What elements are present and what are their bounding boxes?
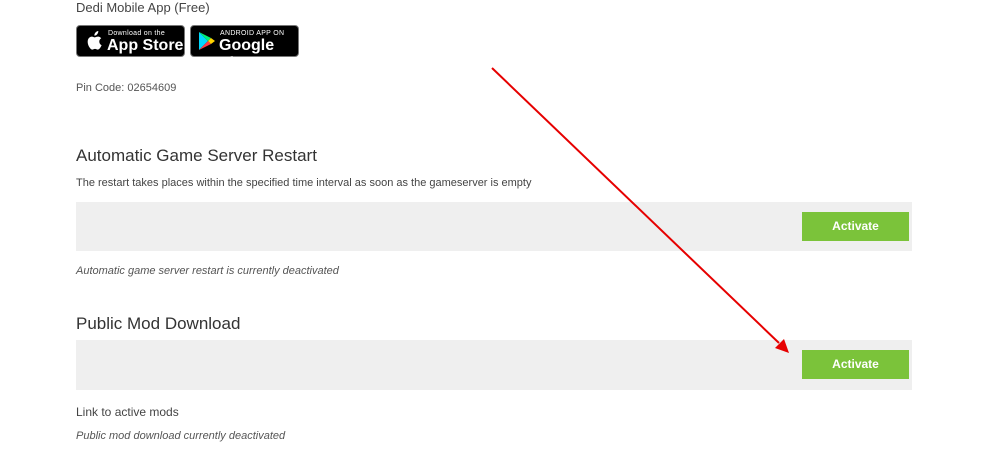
annotation-arrow-line <box>491 67 780 344</box>
annotation-arrow <box>491 67 789 353</box>
